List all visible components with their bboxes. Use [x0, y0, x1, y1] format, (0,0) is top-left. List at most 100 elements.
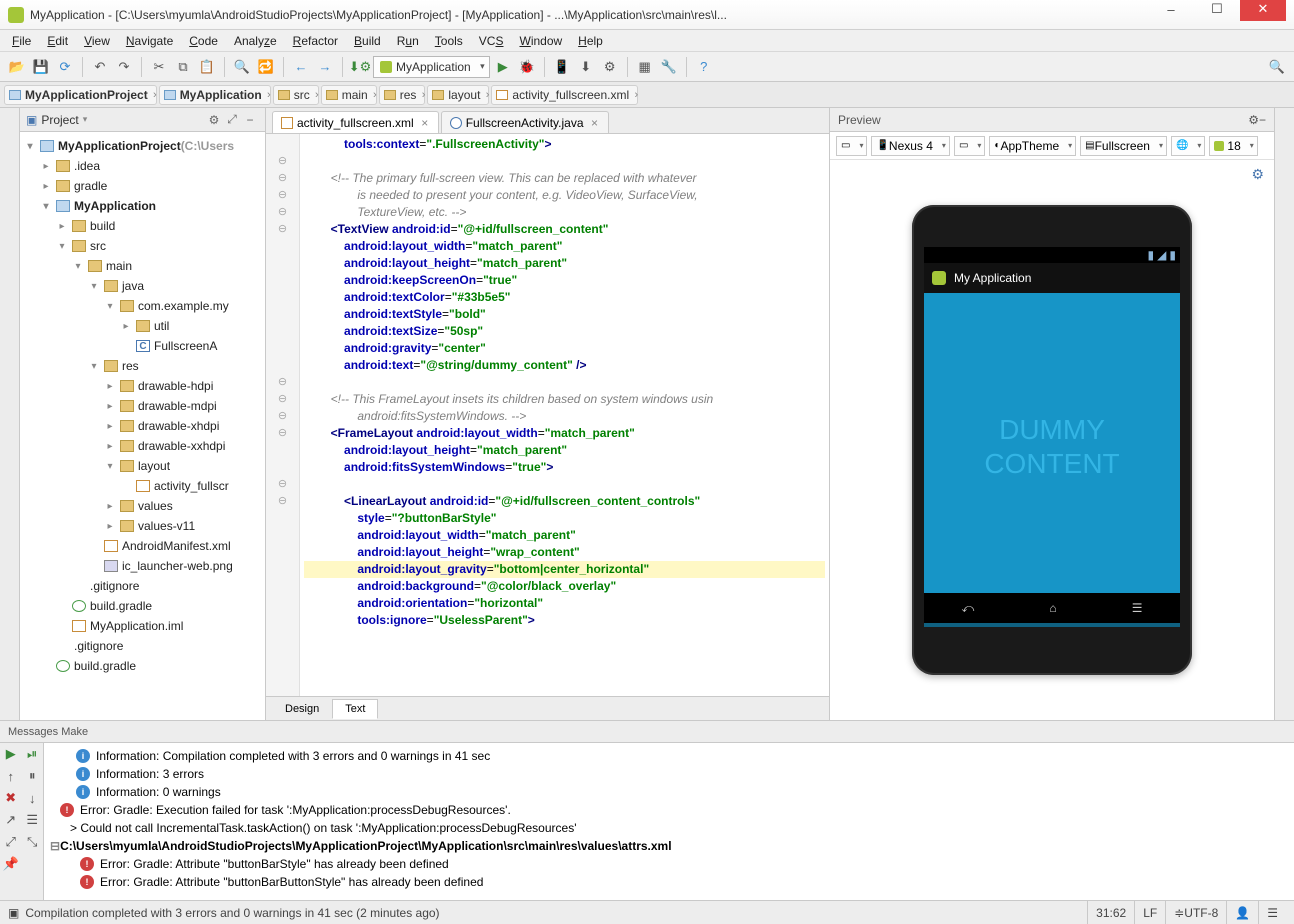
message-line[interactable]: !Error: Gradle: Attribute "buttonBarStyl…: [46, 855, 1292, 873]
filter-icon[interactable]: ☰: [22, 809, 44, 831]
rerun-icon[interactable]: ▶: [0, 743, 22, 765]
paste-icon[interactable]: 📋: [196, 56, 218, 78]
expand-icon[interactable]: ⤢: [0, 831, 22, 853]
tree-node[interactable]: ▾main: [20, 256, 265, 276]
crumb-src[interactable]: src: [273, 85, 319, 105]
tree-node[interactable]: ▾com.example.my: [20, 296, 265, 316]
tree-node[interactable]: ▾java: [20, 276, 265, 296]
tree-node[interactable]: build.gradle: [20, 596, 265, 616]
forward-icon[interactable]: →: [314, 56, 336, 78]
replace-icon[interactable]: 🔁: [255, 56, 277, 78]
menu-code[interactable]: Code: [181, 32, 226, 50]
left-gutter[interactable]: [0, 108, 20, 720]
cut-icon[interactable]: ✂: [148, 56, 170, 78]
inspector-icon[interactable]: 👤: [1226, 901, 1258, 924]
structure-icon[interactable]: ▦: [634, 56, 656, 78]
pin-icon[interactable]: 📌: [0, 853, 22, 875]
api-combo[interactable]: 18: [1209, 136, 1257, 156]
run-config-combo[interactable]: MyApplication: [373, 56, 490, 78]
tree-node[interactable]: ▸.idea: [20, 156, 265, 176]
menu-vcs[interactable]: VCS: [471, 32, 512, 50]
sdk-icon[interactable]: ⬇: [575, 56, 597, 78]
tree-node[interactable]: ▸drawable-mdpi: [20, 396, 265, 416]
panel-settings-icon[interactable]: ⚙: [205, 111, 223, 129]
crumb-res[interactable]: res: [379, 85, 426, 105]
tree-node[interactable]: ▸values: [20, 496, 265, 516]
menu-refactor[interactable]: Refactor: [285, 32, 346, 50]
variant-combo[interactable]: ▤ Fullscreen: [1080, 136, 1167, 156]
crumb-file[interactable]: activity_fullscreen.xml: [491, 85, 638, 105]
editor-source[interactable]: tools:context=".FullscreenActivity"> <!-…: [300, 134, 829, 696]
preview-hide-icon[interactable]: −: [1259, 113, 1266, 127]
tree-node[interactable]: ▾src: [20, 236, 265, 256]
theme-combo[interactable]: ◐ AppTheme: [989, 136, 1076, 156]
tree-node[interactable]: .gitignore: [20, 576, 265, 596]
menu-edit[interactable]: Edit: [39, 32, 76, 50]
message-line[interactable]: ⊟ C:\Users\myumla\AndroidStudioProjects\…: [46, 837, 1292, 855]
sync-icon[interactable]: ⟳: [54, 56, 76, 78]
right-gutter[interactable]: [1274, 108, 1294, 720]
stop-icon[interactable]: ✖: [0, 787, 22, 809]
tree-node[interactable]: ▾MyApplication: [20, 196, 265, 216]
open-icon[interactable]: 📂: [6, 56, 28, 78]
resume-icon[interactable]: ⏯: [22, 743, 44, 765]
tree-node[interactable]: ▸drawable-xhdpi: [20, 416, 265, 436]
close-tab-icon[interactable]: ×: [590, 116, 600, 130]
save-icon[interactable]: 💾: [30, 56, 52, 78]
window-maximize-button[interactable]: ☐: [1194, 0, 1240, 21]
tree-node[interactable]: .gitignore: [20, 636, 265, 656]
copy-icon[interactable]: ⧉: [172, 56, 194, 78]
tree-node[interactable]: build.gradle: [20, 656, 265, 676]
message-line[interactable]: iInformation: 0 warnings: [46, 783, 1292, 801]
tree-node[interactable]: activity_fullscr: [20, 476, 265, 496]
ddms-icon[interactable]: ⚙: [599, 56, 621, 78]
tree-node[interactable]: ▸build: [20, 216, 265, 236]
status-icon[interactable]: ▣: [8, 906, 19, 920]
find-icon[interactable]: 🔍: [231, 56, 253, 78]
caret-position[interactable]: 31:62: [1087, 901, 1134, 924]
message-line[interactable]: iInformation: Compilation completed with…: [46, 747, 1292, 765]
avd-icon[interactable]: 📱: [551, 56, 573, 78]
tree-node[interactable]: AndroidManifest.xml: [20, 536, 265, 556]
tree-node[interactable]: ▾layout: [20, 456, 265, 476]
line-separator[interactable]: LF: [1134, 901, 1165, 924]
encoding[interactable]: ≑ UTF-8: [1165, 901, 1226, 924]
tree-node[interactable]: ▾res: [20, 356, 265, 376]
editor-gutter[interactable]: ⊖⊖⊖⊖⊖⊖⊖⊖⊖⊖⊖: [266, 134, 300, 696]
preview-canvas[interactable]: ⚙ ▮◢▮ My Application DUMMYCONTENT Dummy …: [830, 160, 1274, 720]
menu-help[interactable]: Help: [570, 32, 611, 50]
panel-hide-icon[interactable]: −: [241, 111, 259, 129]
debug-icon[interactable]: 🐞: [516, 56, 538, 78]
tab-activity-fullscreen[interactable]: activity_fullscreen.xml×: [272, 111, 439, 133]
message-line[interactable]: > Could not call IncrementalTask.taskAct…: [46, 819, 1292, 837]
pause-icon[interactable]: ⏸: [22, 765, 44, 787]
preview-refresh-icon[interactable]: ⚙: [1251, 166, 1264, 183]
locale-combo[interactable]: 🌐: [1171, 136, 1205, 156]
message-line[interactable]: !Error: Gradle: Execution failed for tas…: [46, 801, 1292, 819]
crumb-module[interactable]: MyApplication: [159, 85, 271, 105]
settings-icon[interactable]: 🔧: [658, 56, 680, 78]
tree-node[interactable]: ▸gradle: [20, 176, 265, 196]
tree-node[interactable]: ▸util: [20, 316, 265, 336]
window-close-button[interactable]: ✕: [1240, 0, 1286, 21]
back-icon[interactable]: ←: [290, 56, 312, 78]
tree-node[interactable]: ▸drawable-xxhdpi: [20, 436, 265, 456]
tree-node[interactable]: ▾MyApplicationProject (C:\Users: [20, 136, 265, 156]
menu-view[interactable]: View: [76, 32, 118, 50]
message-line[interactable]: iInformation: 3 errors: [46, 765, 1292, 783]
menu-window[interactable]: Window: [511, 32, 570, 50]
project-tree[interactable]: ▾MyApplicationProject (C:\Users▸.idea▸gr…: [20, 132, 265, 720]
menu-analyze[interactable]: Analyze: [226, 32, 285, 50]
config-combo[interactable]: ▭: [954, 136, 985, 156]
messages-tree[interactable]: iInformation: Compilation completed with…: [44, 743, 1294, 900]
export-icon[interactable]: ↗: [0, 809, 22, 831]
help-icon[interactable]: ?: [693, 56, 715, 78]
tree-node[interactable]: MyApplication.iml: [20, 616, 265, 636]
tree-node[interactable]: ▸drawable-hdpi: [20, 376, 265, 396]
message-line[interactable]: !Error: Gradle: Attribute "buttonBarButt…: [46, 873, 1292, 891]
panel-collapse-icon[interactable]: ⤢: [223, 111, 241, 129]
search-everywhere-icon[interactable]: 🔍: [1266, 56, 1288, 78]
run-icon[interactable]: ▶: [492, 56, 514, 78]
tab-fullscreen-activity[interactable]: FullscreenActivity.java×: [441, 111, 609, 133]
preview-settings-icon[interactable]: ⚙: [1248, 113, 1259, 127]
